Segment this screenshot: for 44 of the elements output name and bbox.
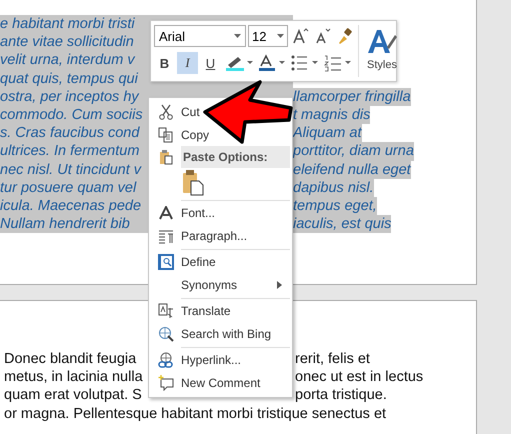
document-text: Nullam hendrerit bib (0, 215, 130, 234)
document-text: s. Cras faucibus cond (0, 124, 140, 142)
menu-item[interactable]: Hyperlink... (151, 348, 246, 372)
menu-item[interactable]: Font... (151, 202, 220, 225)
document-text: dapibus nisl. (293, 178, 374, 198)
document-text: ultrices. In fermentum (0, 142, 140, 161)
document-text: iaculis, est quis (293, 215, 392, 234)
document-text: porttitor, diam urna (293, 142, 414, 161)
menu-item[interactable]: Synonyms (151, 274, 290, 297)
menu-item[interactable]: Translate (151, 300, 235, 323)
underline-button[interactable]: U (200, 52, 221, 74)
document-text: Aliquam at (293, 124, 362, 142)
document-text: rerit, felis et (295, 350, 370, 368)
menu-item[interactable]: New Comment (151, 372, 264, 395)
document-text: ostra, per inceptos hy (0, 88, 139, 106)
document-text: velit urna, interdum v (0, 51, 135, 70)
menu-item[interactable]: Copy (151, 123, 214, 146)
document-text: onec ut est in lectus (295, 368, 424, 386)
document-text: metus, in lacinia nulla (4, 368, 143, 386)
italic-button[interactable]: I (177, 52, 198, 74)
document-text: tur posuere quam vel (0, 178, 136, 198)
font-field[interactable]: Arial (154, 25, 246, 47)
menu-item[interactable]: Search with Bing (151, 322, 276, 346)
document-text: nec nisl. Ut tincidunt v (0, 160, 142, 179)
document-text: t magnis dis (293, 106, 370, 124)
document-text: icula. Maecenas pede (0, 197, 142, 216)
bold-button[interactable]: B (154, 52, 175, 74)
styles-button[interactable]: Styles (358, 25, 399, 77)
document-text: quam erat volutpat. S (4, 386, 142, 405)
document-text: llamcorper fringilla (293, 88, 411, 106)
document-text: eleifend nulla eget (293, 160, 411, 179)
document-text: tempus eget, (293, 197, 377, 216)
menu-item[interactable]: Cut (151, 100, 204, 124)
document-text: porta tristique. (295, 386, 387, 405)
document-text: ante vitae sollicitudin (0, 33, 134, 52)
document-text: or magna. Pellentesque habitant morbi tristique senectus et (4, 404, 386, 423)
document-text: commodo. Cum sociis (0, 106, 143, 124)
document-text: quat quis, tempus qui (0, 70, 138, 88)
font-size-field[interactable]: 12 (248, 25, 288, 47)
menu-header: Paste Options: (181, 146, 290, 168)
document-text: Donec blandit feugia (4, 350, 136, 368)
menu-item[interactable]: Define (151, 250, 220, 274)
menu-item[interactable]: Paragraph... (151, 224, 252, 248)
document-text: e habitant morbi tristi (0, 15, 135, 34)
